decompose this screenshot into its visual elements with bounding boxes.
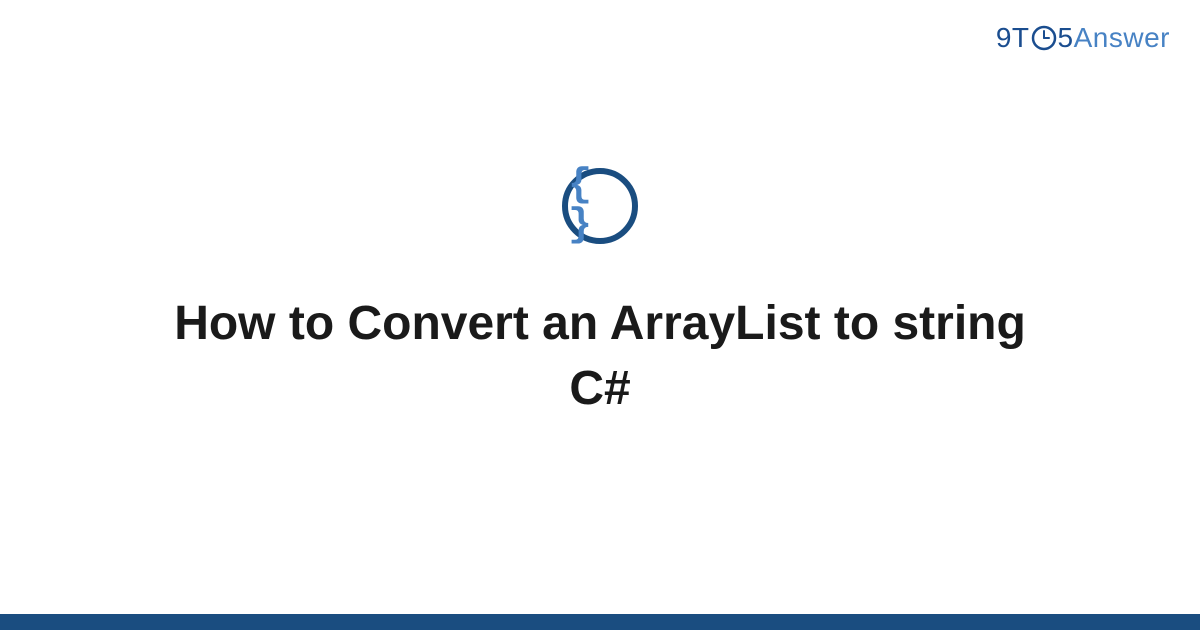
page-title: How to Convert an ArrayList to string C#	[150, 292, 1050, 422]
code-braces-icon: { }	[568, 166, 632, 246]
main-content: { } How to Convert an ArrayList to strin…	[0, 0, 1200, 630]
footer-accent-bar	[0, 614, 1200, 630]
category-icon-circle: { }	[562, 168, 638, 244]
